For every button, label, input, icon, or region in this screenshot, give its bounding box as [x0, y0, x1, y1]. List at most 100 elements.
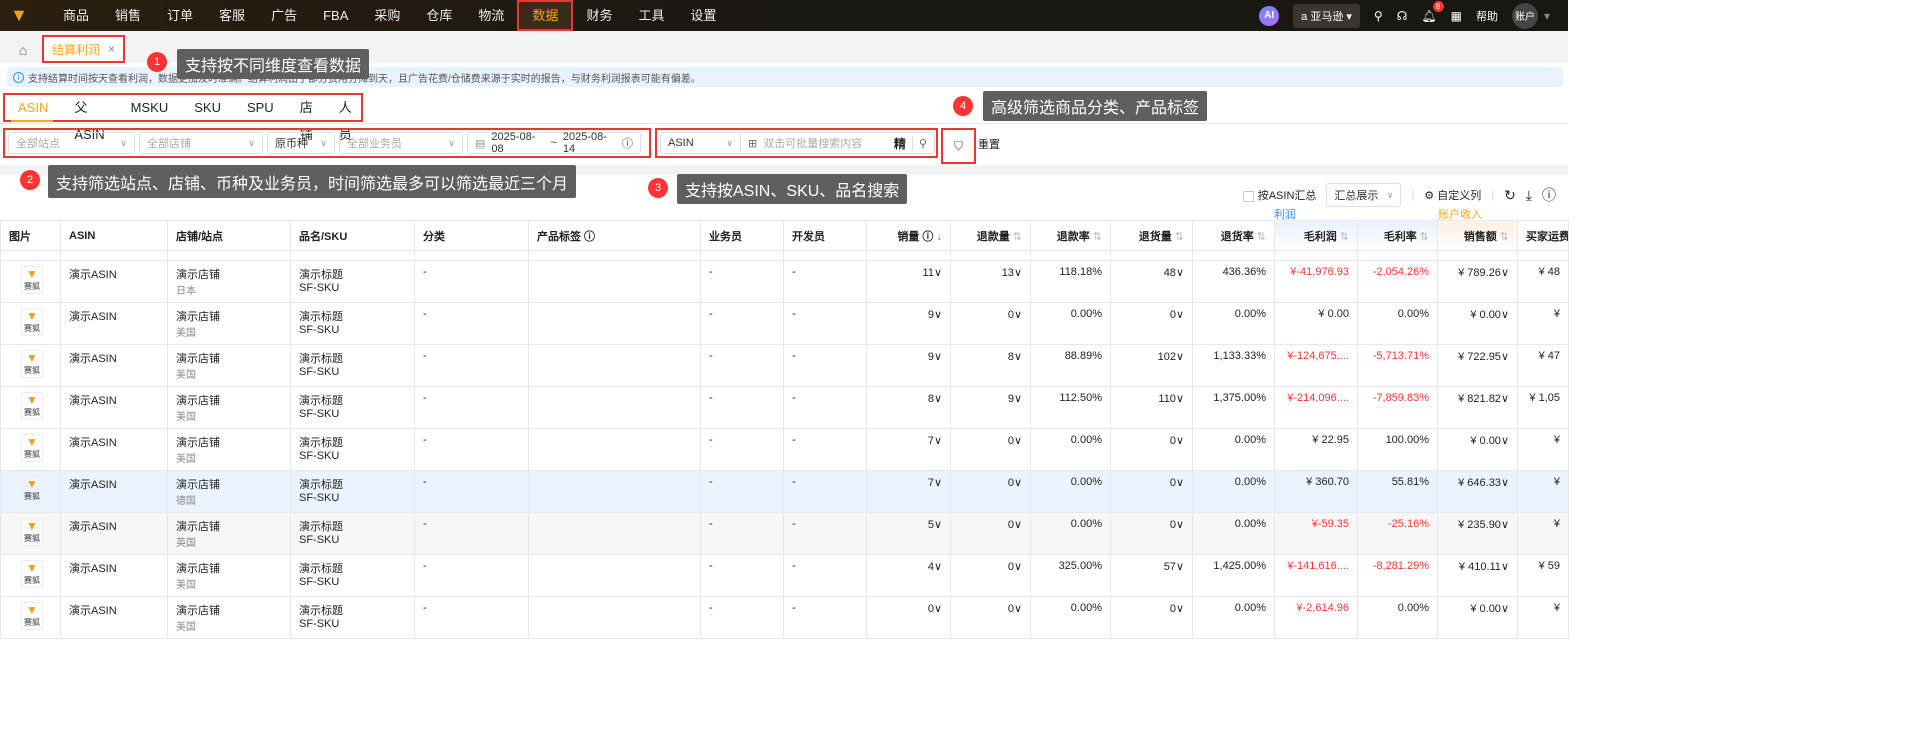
expand-chevron-icon[interactable]: ∨: [1176, 435, 1184, 447]
sort-icon[interactable]: ⇅: [1090, 231, 1102, 243]
marketplace-select[interactable]: a 亚马逊 ▾: [1293, 3, 1360, 28]
sort-icon[interactable]: ⇅: [1010, 231, 1022, 243]
fox-logo-icon[interactable]: ▼: [4, 0, 34, 31]
expand-chevron-icon[interactable]: ∨: [1176, 309, 1184, 321]
sort-icon[interactable]: ⇅: [1172, 231, 1184, 243]
help-icon[interactable]: ⓘ: [919, 231, 933, 243]
column-header[interactable]: 销售额 ⇅: [1437, 220, 1518, 251]
product-thumbnail[interactable]: ▼ 赛狐: [21, 266, 43, 294]
column-header[interactable]: 毛利率 ⇅: [1357, 220, 1438, 251]
expand-chevron-icon[interactable]: ∨: [1014, 603, 1022, 615]
dimension-tab[interactable]: MSKU: [118, 94, 182, 121]
sort-icon[interactable]: ⇅: [1497, 231, 1509, 243]
column-header[interactable]: 退货量 ⇅: [1110, 220, 1193, 251]
nav-item[interactable]: 仓库: [413, 0, 465, 31]
expand-chevron-icon[interactable]: ∨: [1501, 561, 1509, 573]
expand-chevron-icon[interactable]: ∨: [1176, 561, 1184, 573]
product-thumbnail[interactable]: ▼ 赛狐: [21, 392, 43, 420]
summary-mode-select[interactable]: 汇总展示 ∨: [1326, 183, 1402, 207]
table-row[interactable]: ▼ 赛狐 演示ASIN 演示店铺 美国 演示标题 SF-SKU - - -0∨ 0∨ 0.00% 0∨ 0…: [0, 596, 1569, 639]
site-select[interactable]: 全部站点 ∨: [8, 132, 135, 154]
nav-item[interactable]: 财务: [573, 0, 625, 31]
sort-icon[interactable]: ⇅: [1417, 231, 1429, 243]
expand-chevron-icon[interactable]: ∨: [934, 435, 942, 447]
product-thumbnail[interactable]: ▼ 赛狐: [21, 308, 43, 336]
salesperson-select[interactable]: 全部业务员 ∨: [339, 132, 463, 154]
expand-chevron-icon[interactable]: ∨: [1176, 267, 1184, 279]
expand-chevron-icon[interactable]: ∨: [1501, 519, 1509, 531]
sort-icon[interactable]: ⇅: [1337, 231, 1349, 243]
search-type-select[interactable]: ASIN ∨: [660, 132, 740, 154]
dimension-tab[interactable]: 父ASIN: [61, 94, 117, 142]
expand-chevron-icon[interactable]: ∨: [1501, 309, 1509, 321]
expand-chevron-icon[interactable]: ∨: [1501, 267, 1509, 279]
search-icon[interactable]: ⚲: [911, 136, 927, 150]
product-thumbnail[interactable]: ▼ 赛狐: [21, 602, 43, 630]
table-row[interactable]: ▼ 赛狐 演示ASIN 演示店铺 美国 演示标题 SF-SKU - - -4∨ 0∨ 325.00% 5…: [0, 554, 1569, 597]
product-thumbnail[interactable]: ▼ 赛狐: [21, 350, 43, 378]
table-row[interactable]: ▼ 赛狐 演示ASIN 演示店铺 美国 演示标题 SF-SKU - - -9∨ 0∨ 0.00% 0∨ 0…: [0, 302, 1569, 345]
product-thumbnail[interactable]: ▼ 赛狐: [21, 434, 43, 462]
expand-chevron-icon[interactable]: ∨: [1176, 477, 1184, 489]
nav-item[interactable]: 商品: [50, 0, 102, 31]
expand-chevron-icon[interactable]: ∨: [1176, 393, 1184, 405]
expand-chevron-icon[interactable]: ∨: [934, 309, 942, 321]
caret-down-icon[interactable]: ▾: [1544, 9, 1550, 23]
sort-desc-icon[interactable]: ↓: [933, 231, 942, 243]
date-range-picker[interactable]: ▤ 2025-08-08 ~2025-08-14 ⓘ: [467, 131, 641, 155]
help-icon[interactable]: ⓘ: [1542, 185, 1556, 205]
expand-chevron-icon[interactable]: ∨: [934, 561, 942, 573]
column-header[interactable]: 退款率 ⇅: [1030, 220, 1111, 251]
expand-chevron-icon[interactable]: ∨: [934, 267, 942, 279]
exact-match-toggle[interactable]: 精: [894, 135, 906, 152]
currency-select[interactable]: 原币种 ∨: [267, 132, 335, 154]
nav-item[interactable]: 客服: [206, 0, 258, 31]
custom-columns-button[interactable]: ⚙ 自定义列: [1424, 187, 1481, 203]
nav-item[interactable]: 广告: [258, 0, 310, 31]
sort-icon[interactable]: ⇅: [1254, 231, 1266, 243]
column-header[interactable]: 买家运费: [1517, 220, 1569, 251]
help-link[interactable]: 帮助: [1476, 8, 1498, 24]
expand-chevron-icon[interactable]: ∨: [1176, 603, 1184, 615]
home-icon[interactable]: ⌂: [10, 37, 36, 63]
close-icon[interactable]: ×: [108, 42, 115, 56]
expand-chevron-icon[interactable]: ∨: [1501, 393, 1509, 405]
search-input[interactable]: ⊞ 双击可批量搜索内容 精 ⚲: [740, 132, 935, 154]
advanced-filter-button[interactable]: ⛉: [941, 128, 976, 164]
product-thumbnail[interactable]: ▼ 赛狐: [21, 560, 43, 588]
group-by-asin-checkbox[interactable]: 按ASIN汇总: [1242, 187, 1316, 203]
expand-chevron-icon[interactable]: ∨: [1176, 519, 1184, 531]
expand-chevron-icon[interactable]: ∨: [1014, 435, 1022, 447]
table-row[interactable]: ▼ 赛狐 演示ASIN 演示店铺 德国 演示标题 SF-SKU - - -7∨ 0∨ 0.00% 0∨ 0…: [0, 470, 1569, 513]
refresh-icon[interactable]: ↻: [1504, 187, 1516, 204]
column-header[interactable]: 退款量 ⇅: [950, 220, 1031, 251]
reset-button[interactable]: 重置: [978, 136, 1000, 152]
expand-chevron-icon[interactable]: ∨: [1014, 267, 1022, 279]
help-icon[interactable]: ⓘ: [581, 231, 595, 243]
nav-item[interactable]: 工具: [625, 0, 677, 31]
table-row[interactable]: ▼ 赛狐 演示ASIN 演示店铺 美国 演示标题 SF-SKU - - -7∨ 0∨ 0.00% 0∨ 0…: [0, 428, 1569, 471]
download-icon[interactable]: ⤓: [1526, 187, 1532, 204]
page-tab-settlement-profit[interactable]: 结算利润 ×: [42, 35, 126, 63]
column-header[interactable]: 销量 ⓘ ↓: [866, 220, 951, 251]
column-header[interactable]: 退货率 ⇅: [1192, 220, 1275, 251]
expand-chevron-icon[interactable]: ∨: [1501, 477, 1509, 489]
expand-chevron-icon[interactable]: ∨: [1176, 351, 1184, 363]
expand-chevron-icon[interactable]: ∨: [934, 477, 942, 489]
table-row[interactable]: ▼ 赛狐 演示ASIN 演示店铺 美国 演示标题 SF-SKU - - -9∨ 8∨ 88.89% 10…: [0, 344, 1569, 387]
nav-item[interactable]: 销售: [102, 0, 154, 31]
expand-chevron-icon[interactable]: ∨: [934, 393, 942, 405]
table-row[interactable]: ▼ 赛狐 演示ASIN 演示店铺 英国 演示标题 SF-SKU - - -5∨ 0∨ 0.00% 0∨ 0…: [0, 512, 1569, 555]
expand-chevron-icon[interactable]: ∨: [1501, 351, 1509, 363]
dimension-tab[interactable]: SKU: [181, 94, 234, 121]
apps-grid-icon[interactable]: ▦: [1451, 9, 1462, 23]
table-row[interactable]: ▼ 赛狐 演示ASIN 演示店铺 美国 演示标题 SF-SKU - - -8∨ 9∨ 112.50% 1…: [0, 386, 1569, 429]
nav-item[interactable]: FBA: [310, 0, 361, 31]
nav-item[interactable]: 数据: [517, 0, 574, 31]
dimension-tab[interactable]: 店铺: [287, 94, 326, 142]
nav-item[interactable]: 设置: [677, 0, 729, 31]
expand-chevron-icon[interactable]: ∨: [1014, 519, 1022, 531]
expand-chevron-icon[interactable]: ∨: [934, 351, 942, 363]
nav-item[interactable]: 订单: [154, 0, 206, 31]
expand-chevron-icon[interactable]: ∨: [1014, 477, 1022, 489]
